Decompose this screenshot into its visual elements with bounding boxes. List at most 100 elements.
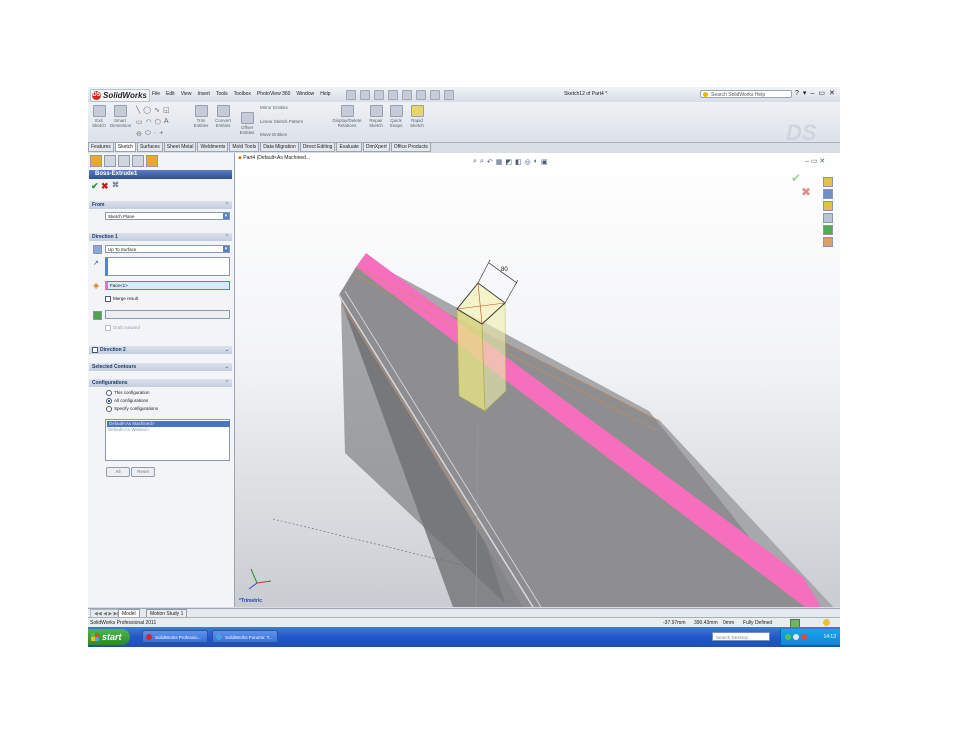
offset-entities-button[interactable]: Offset Entities: [237, 112, 257, 135]
zoom-area-icon[interactable]: ⌕: [480, 158, 484, 166]
section-view-icon[interactable]: ▦: [496, 158, 503, 166]
configuration-list[interactable]: Default<As Machined> Default<As Welded>: [105, 419, 230, 461]
tab-evaluate[interactable]: Evaluate: [336, 142, 362, 152]
edit-appearance-icon[interactable]: ◐: [534, 158, 538, 166]
mirror-entities-button[interactable]: Mirror Entities: [260, 105, 304, 110]
tray-network-icon[interactable]: [785, 634, 791, 640]
merge-result-checkbox[interactable]: Merge result: [105, 296, 138, 302]
radio-specify-configurations[interactable]: Specify configurations: [106, 406, 158, 412]
line-icon[interactable]: ╲: [136, 106, 140, 114]
display-manager-icon[interactable]: [146, 155, 158, 167]
tab-direct-editing[interactable]: Direct Editing: [299, 142, 336, 152]
dimxpert-manager-icon[interactable]: [132, 155, 144, 167]
new-document-icon[interactable]: [346, 90, 356, 100]
rebuild-icon[interactable]: [430, 90, 440, 100]
menu-tools[interactable]: Tools: [216, 91, 228, 97]
smart-dimension-button[interactable]: Smart Dimension: [110, 105, 131, 128]
open-icon[interactable]: [360, 90, 370, 100]
polygon-icon[interactable]: ⬡: [155, 118, 161, 126]
feature-tree-flyout[interactable]: ◆ Part4 (Default<As Machined...: [238, 155, 310, 161]
tray-volume-icon[interactable]: [793, 634, 799, 640]
minimize-button[interactable]: –: [810, 90, 814, 98]
view-palette-icon[interactable]: [823, 213, 833, 223]
help-tooltip-icon[interactable]: [823, 619, 830, 626]
radio-this-configuration[interactable]: This configuration: [106, 390, 150, 396]
options-icon[interactable]: [444, 90, 454, 100]
menu-help[interactable]: Help: [320, 91, 330, 97]
help-button[interactable]: ?: [795, 90, 799, 98]
help-search-input[interactable]: Search SolidWorks Help: [700, 90, 792, 98]
help-dropdown-button[interactable]: ▾: [803, 90, 807, 98]
exit-sketch-button[interactable]: Exit Sketch: [91, 105, 107, 128]
radio-all-configurations[interactable]: All configurations: [106, 398, 148, 404]
arc-icon[interactable]: ◠: [146, 118, 152, 126]
from-select[interactable]: Sketch Plane: [105, 212, 230, 220]
tab-office-products[interactable]: Office Products: [390, 142, 431, 152]
tab-weldments[interactable]: Weldments: [197, 142, 229, 152]
restore-button[interactable]: ▭: [818, 90, 825, 98]
apply-scene-icon[interactable]: ▣: [541, 158, 548, 166]
point-icon[interactable]: ·: [154, 130, 156, 138]
convert-entities-button[interactable]: Convert Entities: [212, 105, 234, 128]
menu-file[interactable]: File: [152, 91, 160, 97]
reset-button[interactable]: Reset: [131, 467, 155, 477]
taskbar-item-forums[interactable]: SolidWorks Forums: T...: [212, 630, 278, 643]
all-button[interactable]: All: [106, 467, 130, 477]
direction-vector-box[interactable]: [105, 257, 230, 276]
tab-surfaces[interactable]: Surfaces: [137, 142, 163, 152]
plane-icon[interactable]: +: [159, 130, 163, 138]
tab-mold-tools[interactable]: Mold Tools: [229, 142, 260, 152]
draft-icon[interactable]: [93, 311, 102, 320]
draft-angle-box[interactable]: [105, 310, 230, 319]
rapid-sketch-button[interactable]: Rapid Sketch: [408, 105, 426, 128]
save-icon[interactable]: [374, 90, 384, 100]
from-section-header[interactable]: From ⌃: [89, 201, 232, 209]
hide-show-icon[interactable]: ◎: [525, 158, 531, 166]
menu-insert[interactable]: Insert: [197, 91, 210, 97]
menu-window[interactable]: Window: [296, 91, 314, 97]
tab-data-migration[interactable]: Data Migration: [260, 142, 299, 152]
custom-properties-icon[interactable]: [823, 237, 833, 247]
tab-sheet-metal[interactable]: Sheet Metal: [163, 142, 197, 152]
rectangle-icon[interactable]: ▭: [136, 118, 143, 126]
configuration-manager-icon[interactable]: [118, 155, 130, 167]
fillet-icon[interactable]: ◱: [163, 106, 170, 114]
viewport-restore-button[interactable]: – ▭ ✕: [805, 158, 825, 165]
selected-contours-header[interactable]: Selected Contours ⌄: [89, 363, 232, 371]
draft-outward-checkbox[interactable]: Draft outward: [105, 325, 140, 331]
reverse-direction-icon[interactable]: [93, 245, 102, 254]
detailed-preview-icon[interactable]: ⌘: [112, 181, 119, 189]
relations-button[interactable]: Display/Delete Relations: [332, 105, 362, 128]
linear-pattern-button[interactable]: Linear Sketch Pattern: [260, 119, 314, 124]
undo-icon[interactable]: [402, 90, 412, 100]
dimension-value[interactable]: 80: [501, 267, 508, 273]
view-orientation-icon[interactable]: ◩: [505, 158, 512, 166]
tab-dimxpert[interactable]: DimXpert: [362, 142, 390, 152]
menu-photoview[interactable]: PhotoView 360: [257, 91, 291, 97]
direction1-section-header[interactable]: Direction 1 ⌃: [89, 233, 232, 241]
menu-view[interactable]: View: [181, 91, 192, 97]
menu-edit[interactable]: Edit: [166, 91, 175, 97]
display-style-icon[interactable]: ◧: [515, 158, 522, 166]
list-item[interactable]: Default<As Welded>: [108, 427, 229, 433]
feature-manager-icon[interactable]: [90, 155, 102, 167]
solidworks-logo[interactable]: DS SolidWorks: [90, 89, 150, 102]
move-entities-button[interactable]: Move Entities: [260, 132, 304, 137]
start-button[interactable]: start: [88, 629, 130, 645]
select-icon[interactable]: [416, 90, 426, 100]
cancel-x-icon[interactable]: ✖: [101, 181, 109, 192]
zoom-to-fit-icon[interactable]: ⌕: [473, 158, 477, 166]
direction2-checkbox[interactable]: [92, 346, 98, 353]
quick-snaps-button[interactable]: Quick Snaps: [388, 105, 404, 128]
search-desktop-input[interactable]: Search Desktop: [712, 632, 770, 641]
tab-features[interactable]: Features: [88, 142, 114, 152]
text-icon[interactable]: A: [164, 118, 169, 126]
design-library-icon[interactable]: [823, 189, 833, 199]
slot-icon[interactable]: ⊖: [136, 130, 142, 138]
face-selection-box[interactable]: Face<1>: [105, 281, 230, 290]
ellipse-icon[interactable]: ⬭: [145, 130, 151, 138]
taskbar-item-solidworks[interactable]: SolidWorks Professio...: [142, 630, 208, 643]
ok-check-icon[interactable]: ✔: [91, 181, 99, 192]
end-condition-select[interactable]: Up To Surface: [105, 245, 230, 253]
print-icon[interactable]: [388, 90, 398, 100]
